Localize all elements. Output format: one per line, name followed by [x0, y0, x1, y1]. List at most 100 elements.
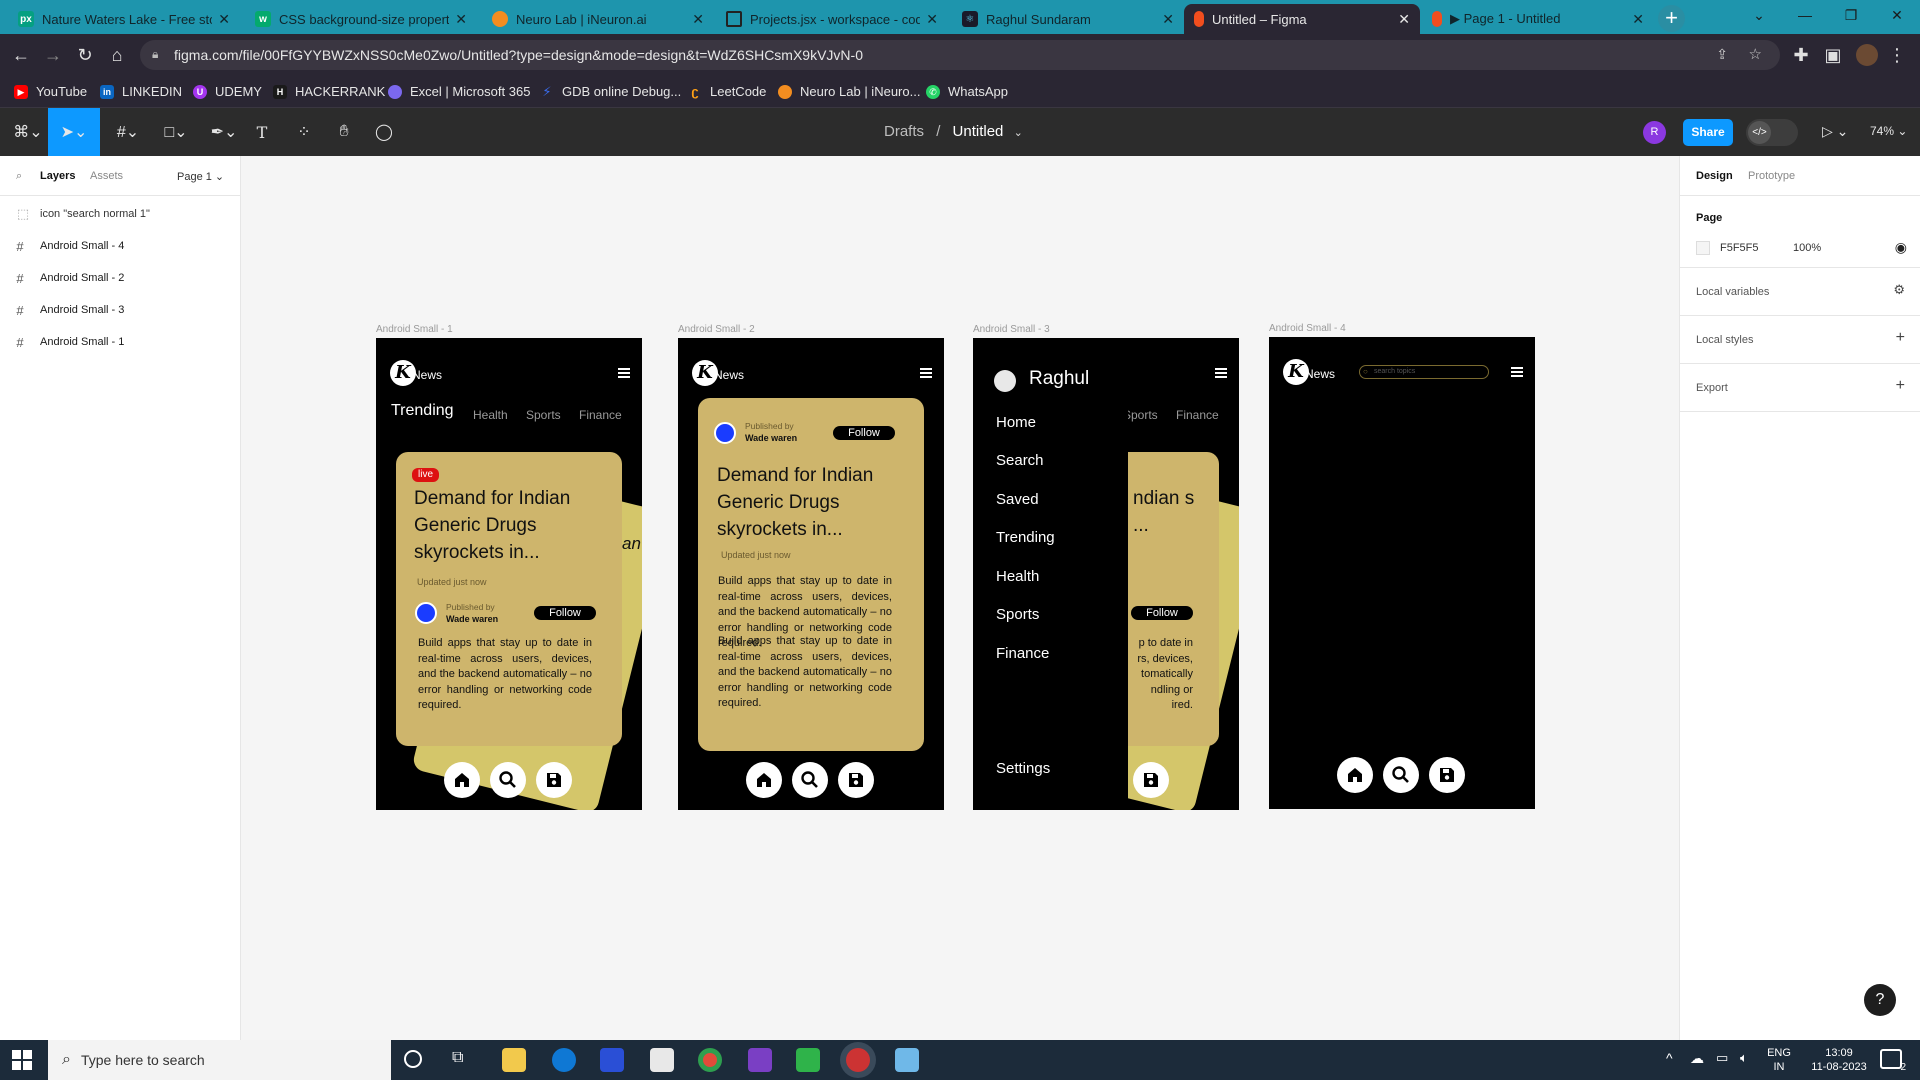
- reload-icon[interactable]: ↻: [74, 44, 96, 66]
- cortana-icon[interactable]: [404, 1050, 422, 1068]
- present-icon[interactable]: ▷ ⌄: [1822, 123, 1848, 140]
- bookmark-hackerrank[interactable]: H HACKERRANK: [273, 84, 385, 99]
- category-tab[interactable]: Health: [473, 408, 508, 422]
- frame-android-small-2[interactable]: K News Published by Wade waren Follow Dem…: [678, 338, 944, 810]
- network-icon[interactable]: ▭: [1716, 1050, 1728, 1066]
- browser-tab[interactable]: px Nature Waters Lake - Free stock ✕: [8, 4, 240, 34]
- page-opacity-value[interactable]: 100%: [1793, 242, 1821, 254]
- plus-icon[interactable]: +: [1896, 329, 1905, 347]
- page-selector[interactable]: Page 1 ⌄: [177, 170, 224, 183]
- taskbar-search[interactable]: ⌕ Type here to search: [48, 1040, 391, 1080]
- plus-icon[interactable]: +: [1896, 377, 1905, 395]
- restore-icon[interactable]: ❐: [1828, 0, 1874, 30]
- chevron-down-icon[interactable]: ⌄: [1014, 127, 1023, 139]
- back-icon[interactable]: ←: [10, 44, 32, 66]
- close-icon[interactable]: ✕: [1398, 11, 1410, 28]
- help-button[interactable]: ?: [1864, 984, 1896, 1016]
- drawer-item-sports[interactable]: Sports: [996, 606, 1039, 623]
- home-nav-button[interactable]: [444, 762, 480, 798]
- drawer-item-saved[interactable]: Saved: [996, 491, 1039, 508]
- hamburger-menu-icon[interactable]: [920, 368, 932, 378]
- close-icon[interactable]: ✕: [926, 11, 938, 28]
- bookmark-star-icon[interactable]: ☆: [1749, 45, 1762, 63]
- browser-tab[interactable]: ⚛ Raghul Sundaram ✕: [952, 4, 1184, 34]
- home-nav-button[interactable]: [1337, 757, 1373, 793]
- chrome-active-icon[interactable]: [846, 1048, 870, 1072]
- zoom-level[interactable]: 74% ⌄: [1870, 124, 1907, 138]
- tab-layers[interactable]: Layers: [40, 170, 75, 182]
- frame-label[interactable]: Android Small - 2: [678, 324, 755, 335]
- task-view-icon[interactable]: ⧉: [452, 1049, 463, 1067]
- store-icon[interactable]: [600, 1048, 624, 1072]
- frame-label[interactable]: Android Small - 3: [973, 324, 1050, 335]
- file-explorer-icon[interactable]: [502, 1048, 526, 1072]
- search-nav-button[interactable]: [490, 762, 526, 798]
- hand-tool-icon[interactable]: ✋︎: [332, 120, 356, 144]
- follow-button[interactable]: Follow: [833, 426, 895, 440]
- category-tab[interactable]: Sports: [526, 408, 561, 422]
- home-icon[interactable]: ⌂: [106, 44, 128, 66]
- edge-icon[interactable]: [552, 1048, 576, 1072]
- frame-tool-icon[interactable]: #⌄: [112, 120, 144, 144]
- bookmark-excel[interactable]: Excel | Microsoft 365: [388, 84, 530, 99]
- close-icon[interactable]: ✕: [1162, 11, 1174, 28]
- bookmark-leetcode[interactable]: ʗ LeetCode: [688, 84, 766, 99]
- tray-chevron-icon[interactable]: ^: [1666, 1050, 1673, 1066]
- layer-item[interactable]: ⬚ icon "search normal 1": [0, 198, 241, 230]
- language-indicator[interactable]: ENG IN: [1764, 1046, 1794, 1074]
- hamburger-menu-icon[interactable]: [618, 368, 630, 378]
- forward-icon[interactable]: →: [42, 44, 64, 66]
- close-icon[interactable]: ✕: [218, 11, 230, 28]
- drawer-item-health[interactable]: Health: [996, 568, 1039, 585]
- local-styles-section[interactable]: Local styles +: [1680, 316, 1920, 364]
- local-variables-section[interactable]: Local variables ⚙: [1680, 268, 1920, 316]
- comment-tool-icon[interactable]: ◯: [372, 120, 396, 144]
- home-nav-button[interactable]: [746, 762, 782, 798]
- bookmark-gdb[interactable]: ⚡ GDB online Debug...: [540, 84, 681, 99]
- close-icon[interactable]: ✕: [692, 11, 704, 28]
- drawer-item-home[interactable]: Home: [996, 414, 1036, 431]
- close-window-icon[interactable]: ✕: [1874, 0, 1920, 30]
- file-name[interactable]: Untitled: [953, 123, 1004, 140]
- address-bar[interactable]: 🔒︎ figma.com/file/00FfGYYBWZxNSS0cMe0Zwo…: [140, 40, 1780, 70]
- volume-icon[interactable]: 🔈︎: [1740, 1050, 1748, 1066]
- browser-tab[interactable]: ▶ Page 1 - Untitled ✕: [1422, 4, 1654, 34]
- drawer-item-settings[interactable]: Settings: [996, 760, 1050, 777]
- browser-tab[interactable]: Projects.jsx - workspace - code- ✕: [716, 4, 948, 34]
- browser-tab[interactable]: Neuro Lab | iNeuron.ai ✕: [482, 4, 714, 34]
- visual-studio-icon[interactable]: [748, 1048, 772, 1072]
- chrome-icon[interactable]: [698, 1048, 722, 1072]
- hamburger-menu-icon[interactable]: [1215, 368, 1227, 378]
- dev-mode-toggle[interactable]: </>: [1746, 119, 1798, 146]
- browser-tab-active[interactable]: Untitled – Figma ✕: [1184, 4, 1420, 34]
- saved-nav-button[interactable]: [1429, 757, 1465, 793]
- bookmark-neurolab[interactable]: Neuro Lab | iNeuro...: [778, 84, 920, 99]
- extensions-icon[interactable]: ✚: [1790, 44, 1812, 66]
- saved-nav-button[interactable]: [1133, 762, 1169, 798]
- kebab-menu-icon[interactable]: ⋮: [1886, 44, 1908, 66]
- frame-android-small-3[interactable]: Sports Finance ndian s ... Follow p to d…: [973, 338, 1239, 810]
- layer-item[interactable]: # Android Small - 2: [0, 262, 241, 294]
- user-avatar[interactable]: R: [1643, 121, 1666, 144]
- resources-icon[interactable]: ⁘: [292, 120, 316, 144]
- frame-label[interactable]: Android Small - 4: [1269, 323, 1346, 334]
- search-icon[interactable]: ⌕: [16, 170, 22, 183]
- minimize-icon[interactable]: —: [1782, 0, 1828, 30]
- clock[interactable]: 13:09 11-08-2023: [1806, 1046, 1872, 1074]
- category-tab[interactable]: Trending: [391, 402, 454, 420]
- profile-avatar[interactable]: [1856, 44, 1878, 66]
- rectangle-tool-icon[interactable]: □⌄: [160, 120, 192, 144]
- layer-item[interactable]: # Android Small - 1: [0, 326, 241, 358]
- notepad-icon[interactable]: [895, 1048, 919, 1072]
- side-panel-icon[interactable]: ▣: [1822, 44, 1844, 66]
- drawer-item-finance[interactable]: Finance: [996, 645, 1049, 662]
- search-nav-button[interactable]: [792, 762, 828, 798]
- frame-android-small-4[interactable]: K News ○ search topics: [1269, 337, 1535, 809]
- browser-tab[interactable]: w CSS background-size property ✕: [245, 4, 477, 34]
- layer-item[interactable]: # Android Small - 3: [0, 294, 241, 326]
- share-button[interactable]: Share: [1683, 119, 1733, 146]
- bookmark-youtube[interactable]: ▶ YouTube: [14, 84, 87, 99]
- frame-label[interactable]: Android Small - 1: [376, 324, 453, 335]
- follow-button[interactable]: Follow: [534, 606, 596, 620]
- breadcrumb-drafts[interactable]: Drafts: [884, 123, 924, 140]
